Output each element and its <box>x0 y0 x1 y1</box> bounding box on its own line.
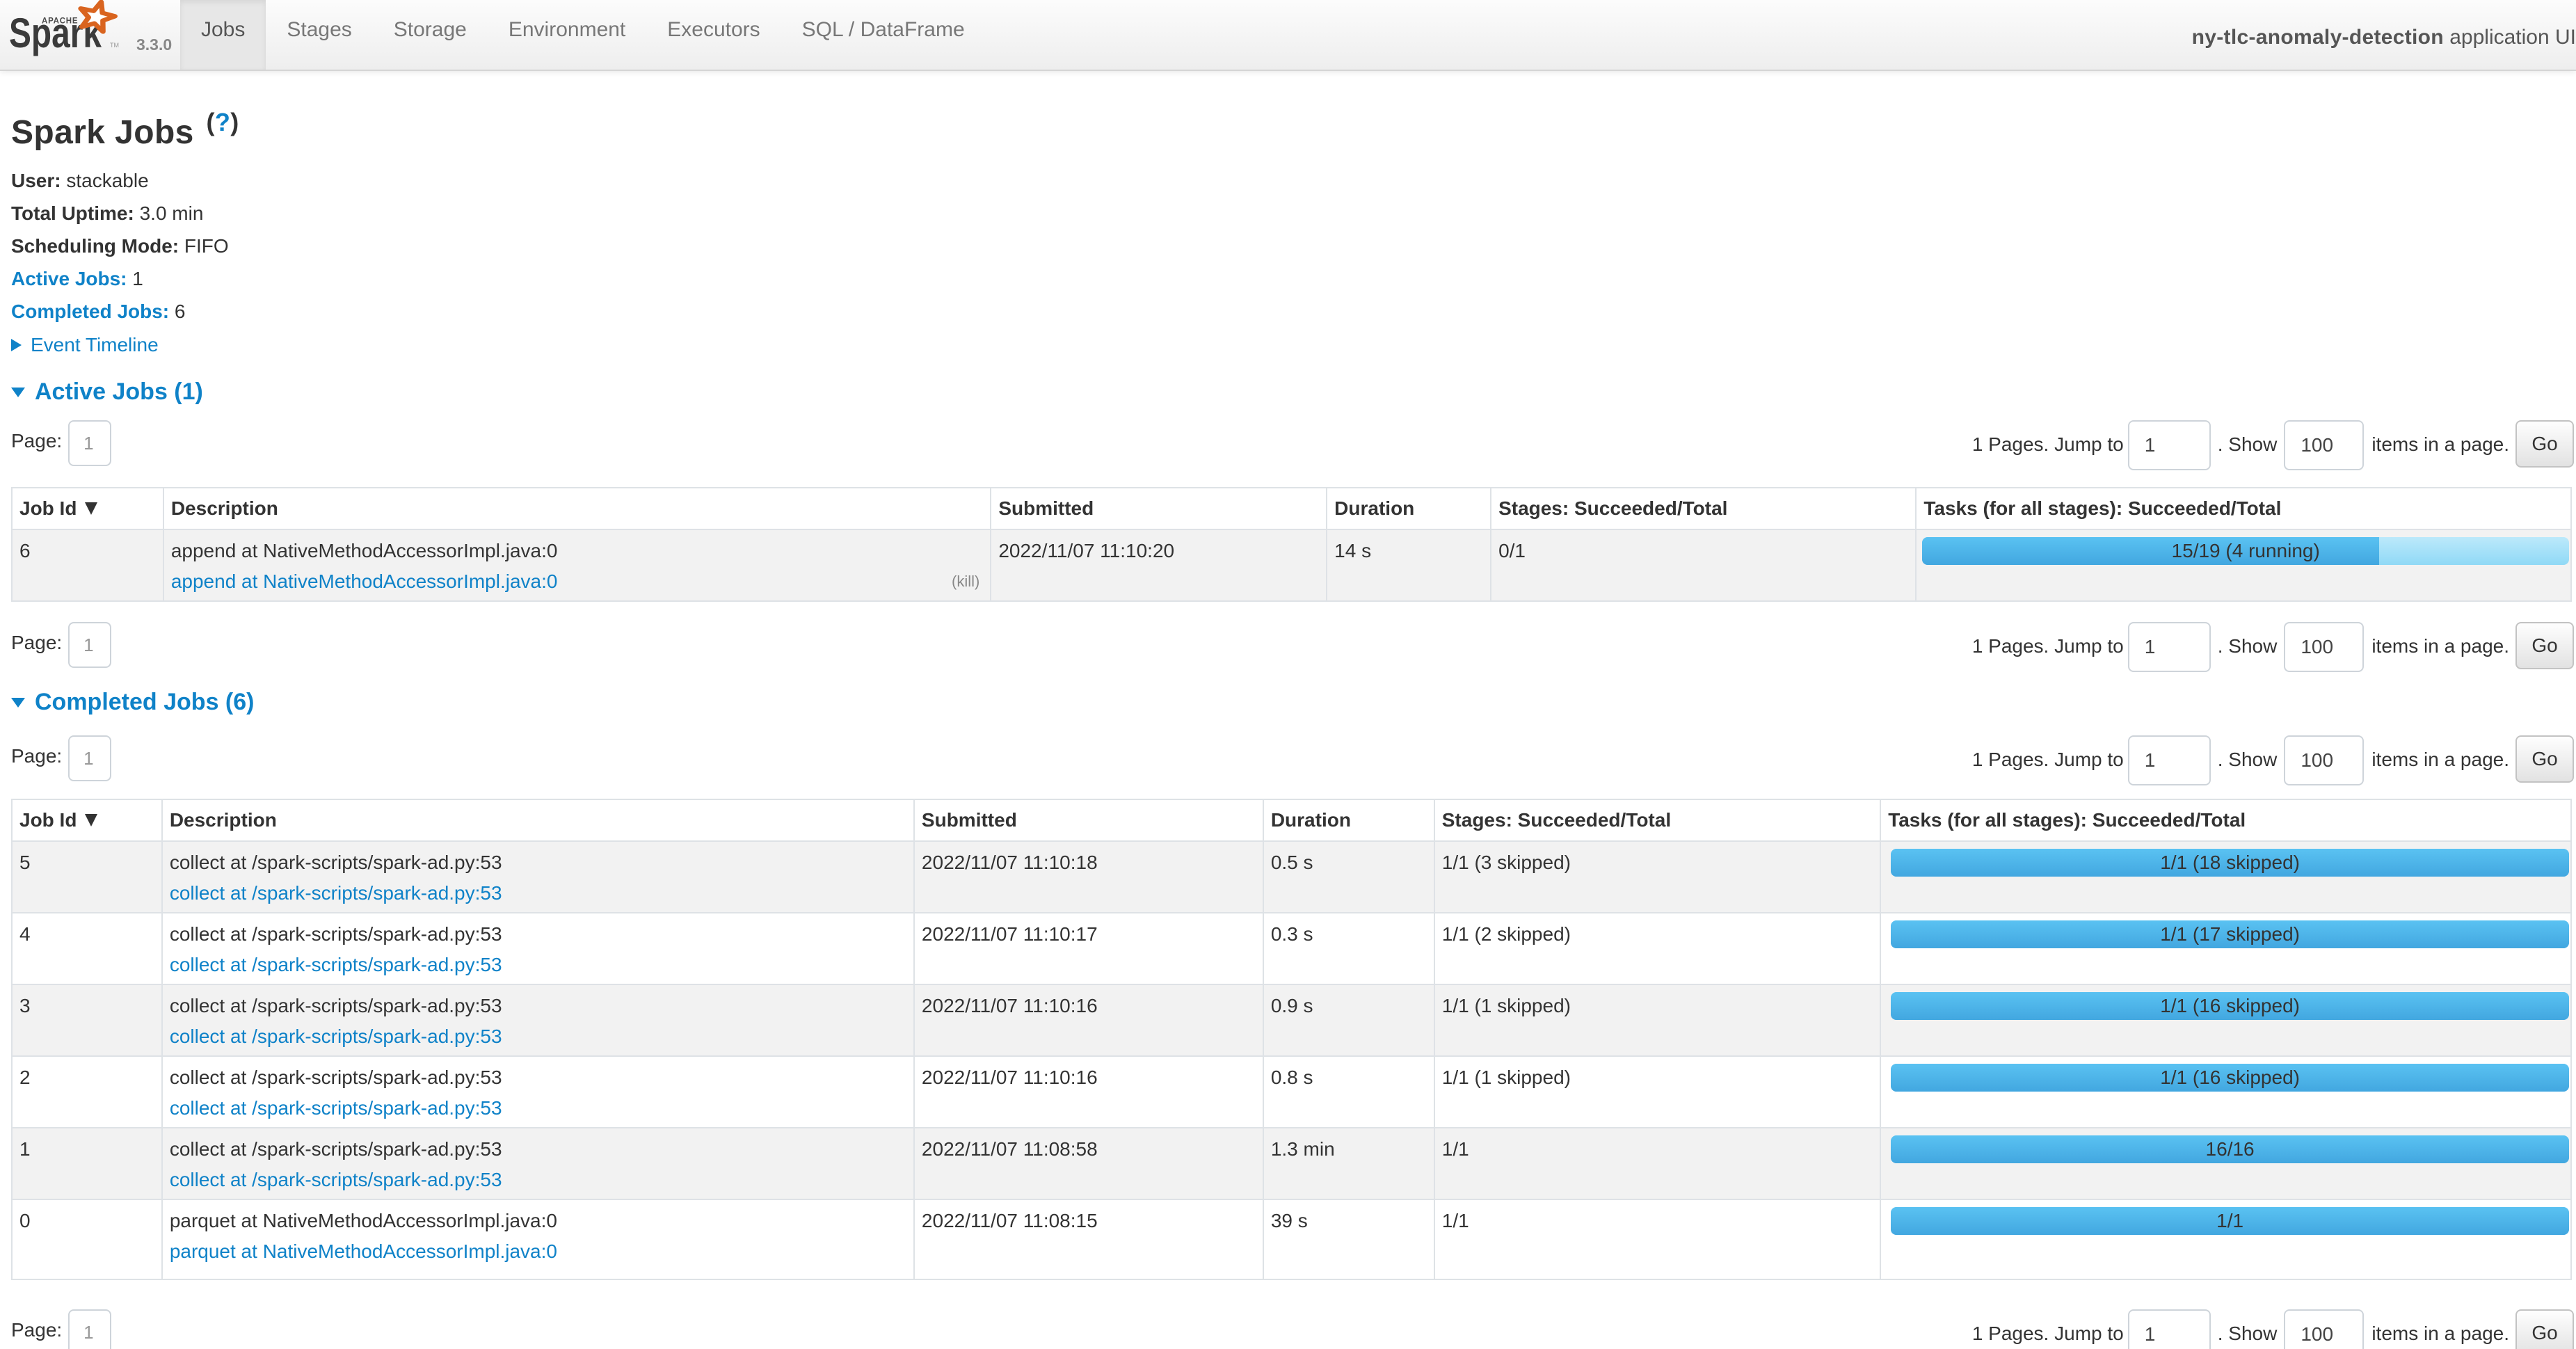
svg-text:TM: TM <box>110 42 119 49</box>
